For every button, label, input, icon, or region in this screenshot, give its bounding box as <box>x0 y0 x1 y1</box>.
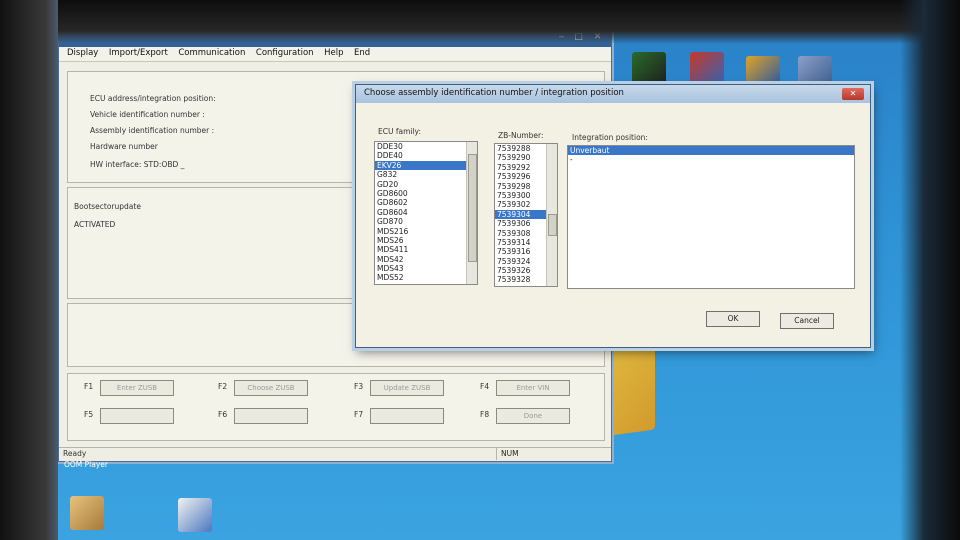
f2-key-label: F2 <box>218 382 228 391</box>
f3-key-label: F3 <box>354 382 364 391</box>
list-item[interactable]: GD20 <box>375 180 477 189</box>
done-button[interactable]: Done <box>496 408 570 424</box>
scroll-thumb[interactable] <box>468 154 477 262</box>
f5-button[interactable] <box>100 408 174 424</box>
ecu-family-items: DDE30 DDE40 EKV26 G832 GD20 GD8600 GD8602 GD860… <box>375 142 477 283</box>
integration-position-list[interactable]: Unverbaut - <box>567 145 855 289</box>
menu-end[interactable]: End <box>350 47 374 59</box>
list-item[interactable]: - <box>568 155 854 164</box>
hw-interface-label: HW interface: STD:OBD _ <box>90 160 185 169</box>
function-key-panel: F1 Enter ZUSB F2 Choose ZUSB F3 Update Z… <box>67 373 605 441</box>
list-item[interactable]: MDS411 <box>375 245 477 254</box>
zb-number-scrollbar[interactable] <box>546 144 557 286</box>
f6-button[interactable] <box>234 408 308 424</box>
status-bar: Ready NUM <box>59 447 611 461</box>
list-item[interactable]: MDS52 <box>375 273 477 282</box>
cancel-button[interactable]: Cancel <box>780 313 834 329</box>
f4-key-label: F4 <box>480 382 490 391</box>
zb-number-list[interactable]: 7539288 7539290 7539292 7539296 7539298 75393… <box>494 143 558 287</box>
list-item[interactable]: GD8600 <box>375 189 477 198</box>
list-item[interactable]: GD8604 <box>375 208 477 217</box>
taskbar-label: OOM Player <box>64 460 109 469</box>
menu-help[interactable]: Help <box>320 47 347 59</box>
vin-label: Vehicle identification number : <box>90 110 205 119</box>
integration-position-items: Unverbaut - <box>568 146 854 165</box>
screen-bezel-left <box>0 0 58 540</box>
num-lock-indicator: NUM <box>496 448 571 460</box>
f7-button[interactable] <box>370 408 444 424</box>
dialog-titlebar: Choose assembly identification number / … <box>356 85 870 103</box>
menu-communication[interactable]: Communication <box>174 47 249 59</box>
ecu-family-label: ECU family: <box>378 127 421 136</box>
ecu-address-label: ECU address/integration position: <box>90 94 216 103</box>
ecu-family-scrollbar[interactable] <box>466 142 477 284</box>
list-item[interactable]: G832 <box>375 170 477 179</box>
menu-bar: Display Import/Export Communication Conf… <box>59 47 611 62</box>
bootsector-title: Bootsectorupdate <box>74 202 141 211</box>
screen-bezel-top <box>0 0 960 44</box>
bootsector-status: ACTIVATED <box>74 220 116 229</box>
desktop-folder-icon[interactable] <box>70 496 104 530</box>
list-item[interactable]: MDS216 <box>375 227 477 236</box>
ecu-family-list[interactable]: DDE30 DDE40 EKV26 G832 GD20 GD8600 GD8602 GD860… <box>374 141 478 285</box>
zb-number-label: ZB-Number: <box>498 131 544 140</box>
menu-import-export[interactable]: Import/Export <box>105 47 172 59</box>
ok-button[interactable]: OK <box>706 311 760 327</box>
update-zusb-button[interactable]: Update ZUSB <box>370 380 444 396</box>
menu-display[interactable]: Display <box>63 47 102 59</box>
choose-assembly-dialog: Choose assembly identification number / … <box>355 84 871 348</box>
f1-key-label: F1 <box>84 382 94 391</box>
list-item[interactable]: GD870 <box>375 217 477 226</box>
screen-bezel-right <box>900 0 960 540</box>
dialog-title: Choose assembly identification number / … <box>364 88 624 98</box>
list-item[interactable]: DDE40 <box>375 151 477 160</box>
list-item[interactable]: MDS43 <box>375 264 477 273</box>
list-item[interactable]: EKV26 <box>375 160 477 171</box>
f6-key-label: F6 <box>218 410 228 419</box>
hardware-number-label: Hardware number <box>90 142 158 151</box>
menu-configuration[interactable]: Configuration <box>252 47 318 59</box>
enter-vin-button[interactable]: Enter VIN <box>496 380 570 396</box>
scroll-thumb[interactable] <box>548 214 557 236</box>
f8-key-label: F8 <box>480 410 490 419</box>
status-text: Ready <box>63 449 87 458</box>
list-item[interactable]: Unverbaut <box>568 146 854 156</box>
list-item[interactable]: MDS42 <box>375 255 477 264</box>
close-icon[interactable]: ✕ <box>842 88 864 100</box>
f7-key-label: F7 <box>354 410 364 419</box>
choose-zusb-button[interactable]: Choose ZUSB <box>234 380 308 396</box>
assembly-number-label: Assembly identification number : <box>90 126 215 135</box>
list-item[interactable]: DDE30 <box>375 142 477 151</box>
desktop-app-icon-2[interactable] <box>690 52 724 86</box>
enter-zusb-button[interactable]: Enter ZUSB <box>100 380 174 396</box>
list-item[interactable]: MDS26 <box>375 236 477 245</box>
desktop-app-icon-1[interactable] <box>632 52 666 86</box>
integration-position-label: Integration position: <box>572 133 648 142</box>
list-item[interactable]: GD8602 <box>375 198 477 207</box>
desktop-shortcut-icon[interactable] <box>178 498 212 532</box>
f5-key-label: F5 <box>84 410 94 419</box>
